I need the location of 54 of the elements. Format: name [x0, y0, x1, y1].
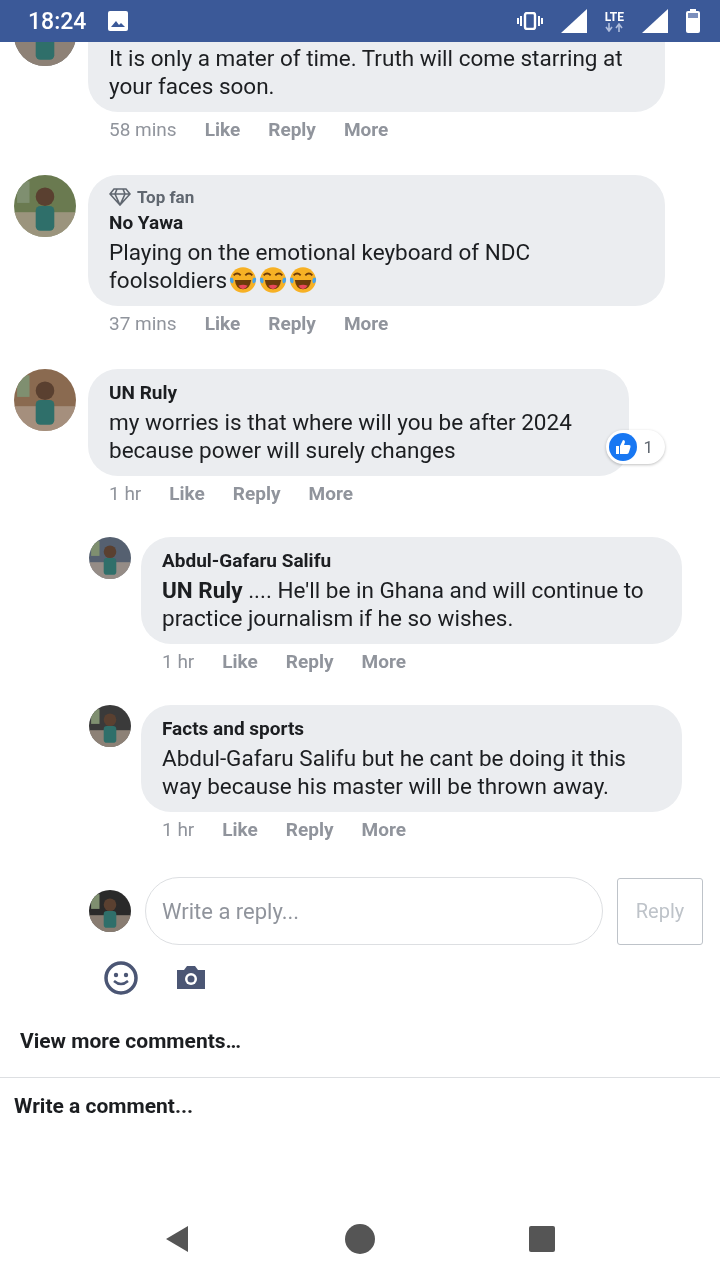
diamond-icon [109, 188, 131, 206]
view-more-comments-link[interactable]: View more comments… [0, 995, 720, 1077]
action-link[interactable]: Like [204, 118, 241, 141]
timestamp: 1 hr [109, 482, 142, 505]
reaction-count[interactable]: 1 [606, 430, 665, 464]
timestamp: 1 hr [162, 818, 195, 841]
vibrate-icon [516, 12, 543, 30]
reply-field[interactable]: Write a reply... [145, 877, 603, 945]
action-link[interactable]: Reply [285, 650, 334, 673]
action-link[interactable]: More [343, 118, 389, 141]
action-link[interactable]: Like [222, 650, 258, 673]
write-comment-field[interactable]: Write a comment... [0, 1077, 720, 1134]
action-link[interactable]: Reply [268, 118, 316, 141]
laughing-emoji-icon [259, 266, 288, 294]
author-name[interactable]: Facts and sports [162, 717, 305, 740]
home-icon[interactable] [344, 1223, 376, 1255]
timestamp: 37 mins [109, 312, 177, 335]
image-icon [108, 11, 129, 31]
action-link[interactable]: More [308, 482, 353, 505]
avatar[interactable] [89, 705, 131, 747]
timestamp: 1 hr [162, 650, 195, 673]
clock: 18:24 [28, 7, 87, 35]
action-link[interactable]: More [343, 312, 389, 335]
action-link[interactable]: Reply [285, 818, 334, 841]
reply-button[interactable]: Reply [617, 877, 703, 945]
comment-text: It is only a mater of time. Truth will come starring at your faces soon. [109, 44, 624, 100]
top-fan-label: Top fan [137, 187, 195, 207]
avatar[interactable] [89, 890, 131, 932]
laughing-emoji-icon [229, 266, 258, 294]
author-name[interactable]: Abdul-Gafaru Salifu [162, 549, 332, 572]
action-link[interactable]: More [361, 650, 406, 673]
action-link[interactable]: More [361, 818, 406, 841]
comment-text: Playing on the emotional keyboard of NDC foolsoldiers [109, 238, 532, 294]
like-icon [609, 433, 638, 461]
timestamp: 58 mins [109, 118, 177, 141]
action-link[interactable]: Reply [232, 482, 281, 505]
action-link[interactable]: Like [169, 482, 205, 505]
comment-text: my worries is that where will you be after 2024 because power will surely changes [109, 408, 573, 464]
emoji-icon[interactable] [104, 961, 138, 995]
action-link[interactable]: Like [222, 818, 258, 841]
action-link[interactable]: Like [204, 312, 241, 335]
comment-text: Abdul-Gafaru Salifu but he cant be doing it this way because his master will be thrown away. [162, 744, 627, 800]
laughing-emoji-icon [289, 266, 318, 294]
author-name[interactable]: No Yawa [109, 211, 184, 234]
recents-icon[interactable] [526, 1223, 558, 1255]
signal-icon [560, 9, 587, 33]
battery-icon [686, 9, 700, 33]
comment-text: UN Ruly .... He'll be in Ghana and will continue to practice journalism if he so wishes. [162, 576, 645, 632]
author-name[interactable]: UN Ruly [109, 381, 178, 404]
action-link[interactable]: Reply [268, 312, 316, 335]
data-arrows-icon [605, 22, 624, 32]
network-label: LTE [604, 10, 624, 23]
avatar[interactable] [89, 537, 131, 579]
signal-icon [642, 9, 668, 33]
